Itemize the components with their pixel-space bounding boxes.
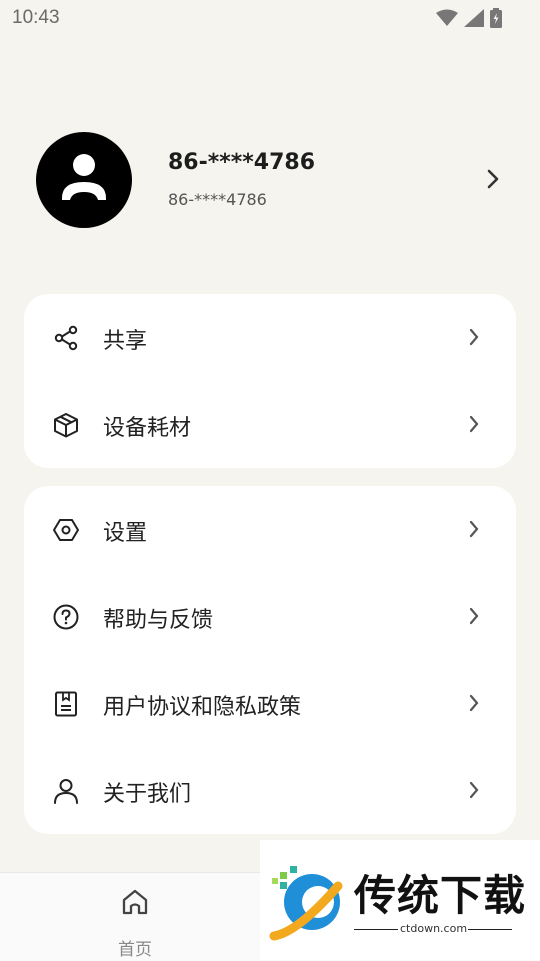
menu-item-label: 关于我们	[103, 782, 192, 807]
menu-item-settings[interactable]: 设置	[24, 486, 516, 573]
menu-item-label: 设备耗材	[103, 416, 192, 441]
help-icon	[53, 604, 79, 630]
watermark-url: ctdown.com	[400, 922, 468, 935]
avatar	[36, 132, 132, 228]
nav-home-label: 首页	[118, 940, 152, 960]
menu-item-help[interactable]: 帮助与反馈	[24, 573, 516, 660]
chevron-right-icon	[469, 781, 479, 799]
menu-item-about[interactable]: 关于我们	[24, 747, 516, 834]
profile-name: 86-****4786	[168, 150, 315, 175]
chevron-right-icon	[469, 520, 479, 538]
battery-icon	[490, 8, 502, 28]
status-bar: 10:43	[0, 0, 540, 36]
chevron-right-icon	[487, 169, 499, 189]
watermark-divider	[354, 929, 398, 930]
home-icon	[122, 889, 148, 915]
watermark-title: 传统下载	[354, 871, 527, 920]
watermark: 传统下载 ctdown.com	[260, 840, 540, 960]
nav-home-tab[interactable]: 首页	[105, 883, 165, 960]
person-icon	[54, 779, 78, 804]
menu-item-label: 共享	[103, 329, 148, 354]
signal-icon	[464, 9, 484, 27]
wifi-icon	[436, 9, 458, 26]
menu-item-share[interactable]: 共享	[24, 294, 516, 381]
menu-item-label: 设置	[103, 521, 148, 546]
menu-item-agreement[interactable]: 用户协议和隐私政策	[24, 660, 516, 747]
status-time: 10:43	[12, 7, 60, 28]
chevron-right-icon	[469, 328, 479, 346]
watermark-logo-icon	[269, 866, 343, 941]
settings-icon	[53, 519, 79, 541]
watermark-divider	[468, 929, 512, 930]
document-icon	[55, 691, 77, 717]
share-icon	[54, 325, 78, 351]
menu-card-2: 设置 帮助与反馈 用户协议和隐私政策 关于我们	[24, 486, 516, 834]
chevron-right-icon	[469, 694, 479, 712]
box-icon	[54, 413, 78, 438]
user-silhouette-icon	[62, 154, 106, 200]
menu-item-label: 帮助与反馈	[103, 608, 214, 633]
menu-item-consumables[interactable]: 设备耗材	[24, 381, 516, 468]
chevron-right-icon	[469, 415, 479, 433]
menu-item-label: 用户协议和隐私政策	[103, 695, 302, 720]
status-icons	[436, 8, 502, 28]
menu-card-1: 共享 设备耗材	[24, 294, 516, 468]
profile-account: 86-****4786	[168, 190, 267, 209]
profile-header[interactable]: 86-****4786 86-****4786	[0, 130, 540, 230]
chevron-right-icon	[469, 607, 479, 625]
